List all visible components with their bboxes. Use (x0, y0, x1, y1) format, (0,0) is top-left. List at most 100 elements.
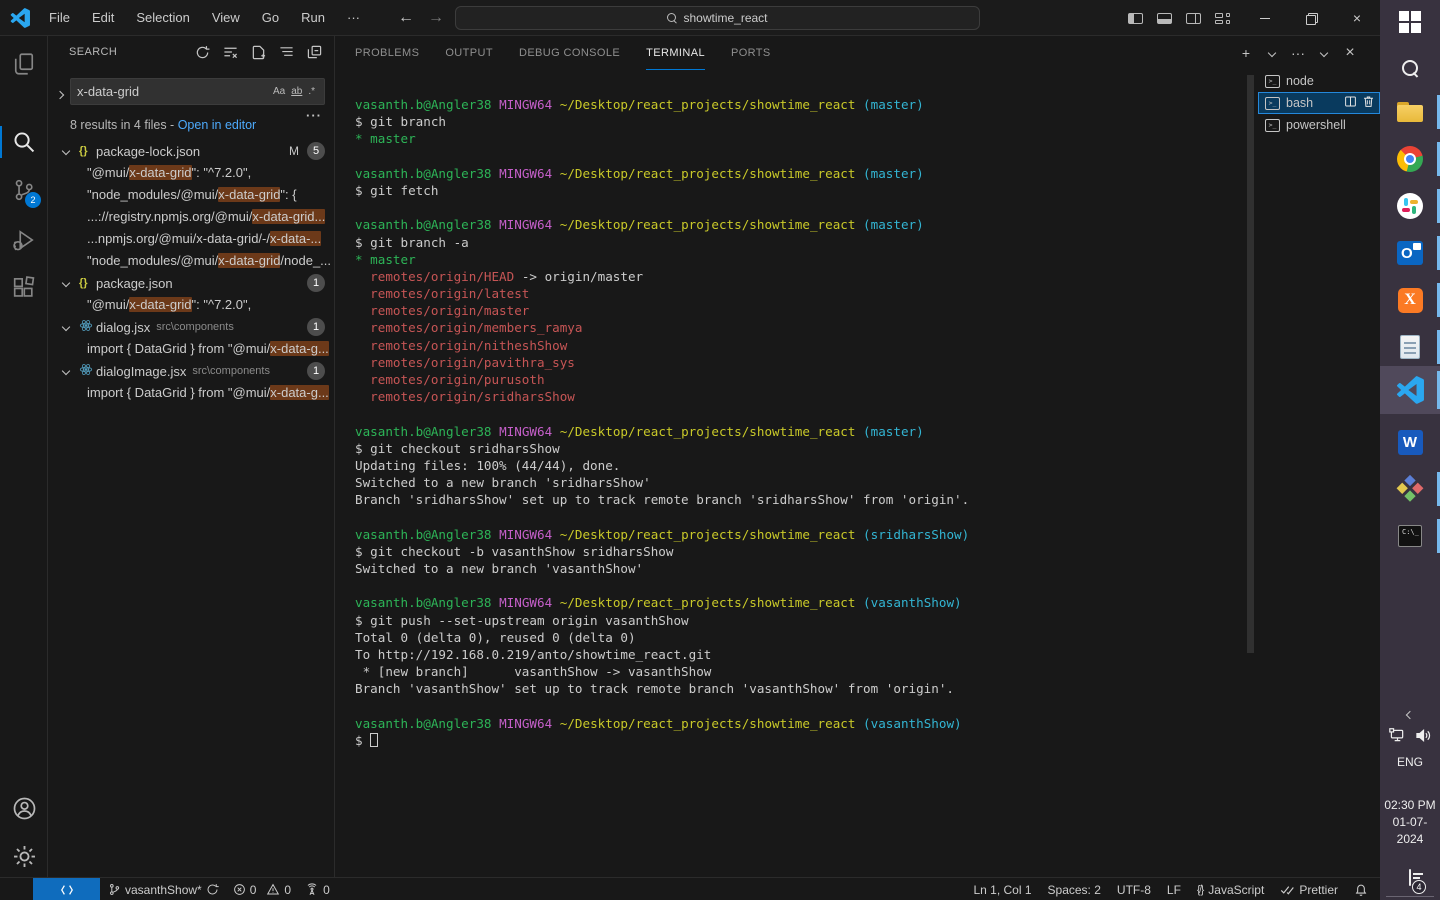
nav-back-button[interactable]: ← (398, 9, 414, 27)
panel-tab-terminal[interactable]: TERMINAL (646, 36, 705, 70)
vscode-taskbar-icon[interactable] (1380, 366, 1440, 414)
panel-tab-output[interactable]: OUTPUT (445, 36, 493, 70)
panel-maximize-chevron[interactable] (1316, 45, 1332, 61)
customize-layout-icon[interactable] (1215, 13, 1230, 24)
search-match-row[interactable]: import { DataGrid } from "@mui/x-data-g.… (49, 382, 335, 404)
explorer-icon[interactable] (0, 44, 48, 84)
search-more-actions[interactable]: ··· (306, 108, 322, 123)
extensions-icon[interactable] (0, 268, 48, 308)
run-debug-icon[interactable] (0, 220, 48, 260)
volume-icon[interactable] (1415, 728, 1432, 743)
command-center[interactable]: showtime_react (455, 6, 980, 30)
regex-icon[interactable]: .* (305, 85, 318, 98)
language-indicator[interactable]: ENG (1380, 755, 1440, 769)
panel-tab-ports[interactable]: PORTS (731, 36, 771, 70)
xampp-icon[interactable]: X (1380, 278, 1440, 322)
word-icon[interactable]: W (1380, 420, 1440, 464)
expand-all-icon[interactable] (276, 42, 296, 62)
search-match-row[interactable]: import { DataGrid } from "@mui/x-data-g.… (49, 338, 335, 360)
whole-word-icon[interactable]: ab (288, 85, 305, 98)
menu-selection[interactable]: Selection (127, 6, 198, 29)
search-match-row[interactable]: "node_modules/@mui/x-data-grid": { (49, 184, 335, 206)
source-control-icon[interactable]: 2 (0, 170, 48, 210)
menu-run[interactable]: Run (292, 6, 334, 29)
settings-gear-icon[interactable] (0, 836, 48, 876)
formatter-item[interactable]: Prettier (1280, 883, 1338, 897)
vscode-window: FileEditSelectionViewGoRun··· ← → showti… (0, 0, 1380, 900)
search-match-row[interactable]: "node_modules/@mui/x-data-grid/node_... (49, 250, 335, 272)
panel-more-actions[interactable]: ··· (1290, 45, 1306, 61)
taskbar-search-button[interactable] (1380, 46, 1440, 90)
match-case-icon[interactable]: Aa (270, 85, 288, 98)
close-button[interactable]: × (1334, 0, 1380, 36)
language-mode-item[interactable]: {̸}JavaScript (1197, 883, 1264, 897)
terminal-profile-chevron[interactable] (1264, 45, 1280, 61)
notepad-icon[interactable] (1380, 325, 1440, 369)
show-desktop-button[interactable] (1386, 896, 1434, 897)
terminal-instance-node[interactable]: >_node (1258, 70, 1380, 92)
file-name: package.json (96, 276, 173, 291)
terminal-instance-bash[interactable]: >_bash (1258, 92, 1380, 114)
ports-item[interactable]: 0 (305, 883, 330, 897)
panel-close-button[interactable]: × (1342, 45, 1358, 61)
minimize-button[interactable] (1242, 0, 1288, 36)
new-terminal-button[interactable]: + (1238, 45, 1254, 61)
encoding-item[interactable]: UTF-8 (1117, 883, 1151, 897)
kill-terminal-icon[interactable] (1362, 95, 1375, 111)
menu-edit[interactable]: Edit (83, 6, 123, 29)
nav-forward-button[interactable]: → (428, 9, 444, 27)
file-explorer-icon[interactable] (1380, 90, 1440, 134)
tray-expand-chevron[interactable] (1406, 706, 1414, 714)
search-view-icon[interactable] (0, 122, 48, 162)
search-file-row[interactable]: dialog.jsxsrc\components1 (49, 316, 335, 338)
open-new-search-editor-icon[interactable] (248, 42, 268, 62)
cursor-position-item[interactable]: Ln 1, Col 1 (973, 883, 1031, 897)
split-terminal-icon[interactable] (1344, 95, 1357, 111)
toggle-primary-sidebar-icon[interactable] (1128, 13, 1143, 24)
menu-···[interactable]: ··· (338, 6, 369, 29)
clock[interactable]: 02:30 PM 01-07-2024 (1380, 797, 1440, 848)
problems-item[interactable]: 0 0 (233, 883, 291, 897)
search-match-row[interactable]: ...://registry.npmjs.org/@mui/x-data-gri… (49, 206, 335, 228)
restore-button[interactable] (1288, 0, 1334, 36)
terminal-cursor (370, 733, 378, 747)
search-file-row[interactable]: {}package-lock.jsonM5 (49, 140, 335, 162)
toggle-replace-chevron[interactable] (53, 82, 67, 108)
search-file-row[interactable]: {}package.json1 (49, 272, 335, 294)
menu-file[interactable]: File (40, 6, 79, 29)
menu-go[interactable]: Go (253, 6, 288, 29)
search-file-row[interactable]: dialogImage.jsxsrc\components1 (49, 360, 335, 382)
terminal-instance-powershell[interactable]: >_powershell (1258, 114, 1380, 136)
eol-item[interactable]: LF (1167, 883, 1181, 897)
search-match-row[interactable]: ...npmjs.org/@mui/x-data-grid/-/x-data-.… (49, 228, 335, 250)
menu-view[interactable]: View (203, 6, 249, 29)
collapse-all-icon[interactable] (304, 42, 324, 62)
action-center-icon[interactable]: 4 (1398, 870, 1422, 890)
terminal-prompt-icon: >_ (1265, 97, 1280, 110)
outlook-icon[interactable]: O (1380, 231, 1440, 275)
indentation-item[interactable]: Spaces: 2 (1048, 883, 1101, 897)
toggle-panel-icon[interactable] (1157, 13, 1172, 24)
slack-icon[interactable] (1380, 184, 1440, 228)
accounts-icon[interactable] (0, 788, 48, 828)
terminal-line (355, 148, 1245, 165)
search-match-row[interactable]: "@mui/x-data-grid": "^7.2.0", (49, 162, 335, 184)
network-icon[interactable] (1389, 728, 1406, 743)
pinwheel-app-icon[interactable] (1380, 467, 1440, 511)
start-button[interactable] (1380, 0, 1440, 44)
clear-search-results-icon[interactable] (220, 42, 240, 62)
terminal-output[interactable]: vasanth.b@Angler38 MINGW64 ~/Desktop/rea… (355, 96, 1245, 749)
panel-tab-debug-console[interactable]: DEBUG CONSOLE (519, 36, 620, 70)
open-in-editor-link[interactable]: Open in editor (178, 118, 257, 132)
branch-item[interactable]: vasanthShow* (108, 883, 219, 897)
toggle-secondary-sidebar-icon[interactable] (1186, 13, 1201, 24)
remote-indicator[interactable] (33, 878, 100, 900)
search-input[interactable]: x-data-grid Aa ab .* (70, 78, 325, 105)
search-match-row[interactable]: "@mui/x-data-grid": "^7.2.0", (49, 294, 335, 316)
notifications-bell-icon[interactable] (1354, 883, 1368, 897)
terminal-scrollbar[interactable] (1247, 75, 1254, 653)
chrome-icon[interactable] (1380, 137, 1440, 181)
panel-tab-problems[interactable]: PROBLEMS (355, 36, 419, 70)
refresh-icon[interactable] (192, 42, 212, 62)
command-prompt-icon[interactable]: C:\_ (1380, 514, 1440, 558)
